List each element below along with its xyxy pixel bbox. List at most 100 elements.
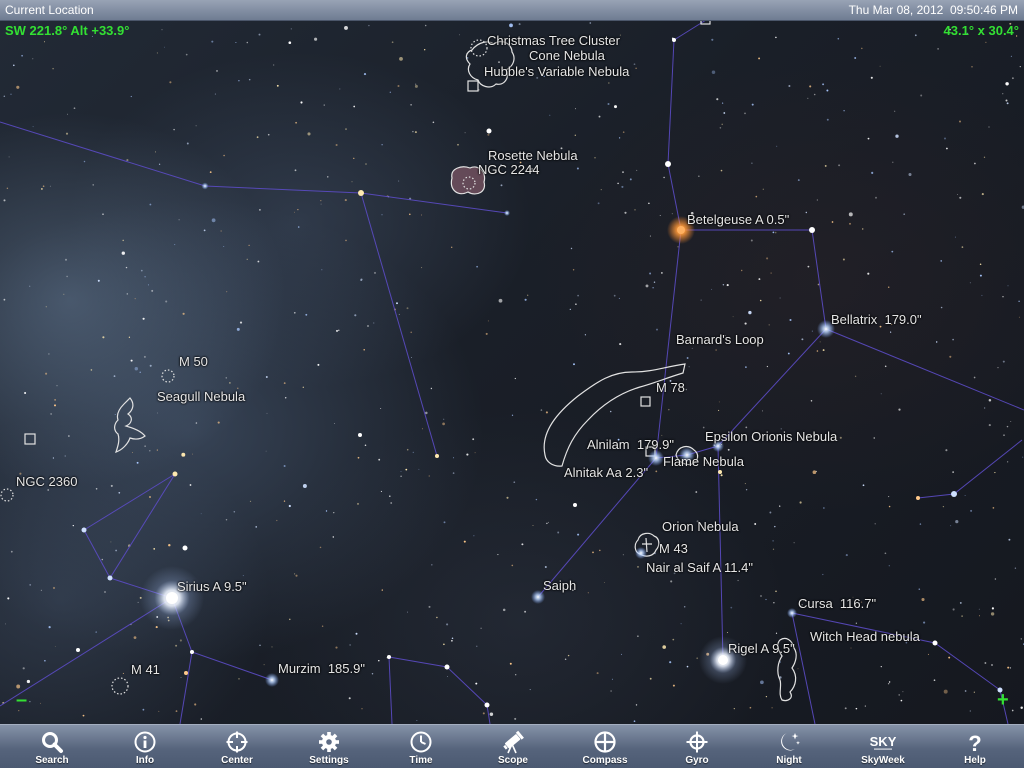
label-witch-head-nebula[interactable]: Witch Head nebula bbox=[810, 629, 920, 645]
star[interactable] bbox=[190, 650, 194, 654]
label-saiph[interactable]: Saiph bbox=[543, 578, 576, 594]
cluster-marker-ngc-2360[interactable] bbox=[0, 488, 14, 502]
background-star bbox=[549, 114, 551, 116]
background-star bbox=[592, 551, 594, 554]
star[interactable] bbox=[504, 210, 510, 216]
label-m50[interactable]: M 50 bbox=[179, 354, 208, 370]
background-star bbox=[431, 564, 433, 566]
label-hubbles-variable-nebula[interactable]: Hubble's Variable Nebula bbox=[484, 64, 629, 80]
star[interactable] bbox=[444, 664, 450, 670]
star-rigel-core[interactable] bbox=[718, 655, 728, 665]
help-button[interactable]: ? Help bbox=[929, 725, 1021, 768]
background-star bbox=[715, 349, 717, 351]
label-nair-al-saif[interactable]: Nair al Saif A 11.4" bbox=[646, 560, 753, 576]
background-star bbox=[338, 329, 340, 331]
compass-button[interactable]: Compass bbox=[559, 725, 651, 768]
background-star bbox=[604, 582, 606, 583]
background-star bbox=[5, 623, 6, 625]
label-ngc-2360[interactable]: NGC 2360 bbox=[16, 474, 77, 490]
star-murzim[interactable] bbox=[265, 673, 279, 687]
label-cone-nebula[interactable]: Cone Nebula bbox=[529, 48, 605, 64]
label-ngc-2244[interactable]: NGC 2244 bbox=[478, 162, 539, 178]
background-star bbox=[339, 88, 341, 90]
label-cursa[interactable]: Cursa 116.7" bbox=[798, 596, 876, 612]
background-star bbox=[121, 251, 125, 255]
star[interactable] bbox=[76, 648, 80, 652]
background-star bbox=[238, 678, 240, 680]
gyro-button[interactable]: Gyro bbox=[651, 725, 743, 768]
star[interactable] bbox=[107, 575, 113, 581]
label-barnards-loop[interactable]: Barnard's Loop bbox=[676, 332, 764, 348]
star[interactable] bbox=[201, 182, 209, 190]
nebula-outline-seagull[interactable] bbox=[114, 397, 146, 453]
settings-button[interactable]: Settings bbox=[283, 725, 375, 768]
star-betelgeuse-core[interactable] bbox=[677, 226, 685, 234]
zoom-out-button[interactable]: – bbox=[16, 690, 27, 710]
background-star bbox=[810, 400, 813, 402]
star[interactable] bbox=[484, 702, 490, 708]
star[interactable] bbox=[932, 640, 938, 646]
star[interactable] bbox=[435, 454, 439, 458]
star[interactable] bbox=[172, 471, 178, 477]
background-star bbox=[952, 338, 954, 341]
label-m41[interactable]: M 41 bbox=[131, 662, 160, 678]
background-star bbox=[629, 178, 632, 181]
label-orion-nebula[interactable]: Orion Nebula bbox=[662, 519, 739, 535]
zoom-in-button[interactable]: + bbox=[997, 690, 1009, 710]
background-star bbox=[236, 327, 240, 331]
star[interactable] bbox=[809, 227, 815, 233]
star[interactable] bbox=[665, 161, 671, 167]
sky-view[interactable] bbox=[0, 0, 1024, 768]
star-nair-al-saif[interactable] bbox=[635, 547, 647, 559]
star[interactable] bbox=[951, 491, 957, 497]
background-star bbox=[24, 391, 27, 395]
background-star bbox=[812, 470, 817, 475]
label-christmas-tree-cluster[interactable]: Christmas Tree Cluster bbox=[487, 33, 620, 49]
star[interactable] bbox=[718, 470, 722, 474]
star[interactable] bbox=[184, 671, 188, 675]
star[interactable] bbox=[358, 190, 364, 196]
scope-button[interactable]: Scope bbox=[467, 725, 559, 768]
star[interactable] bbox=[81, 527, 87, 533]
background-star bbox=[959, 601, 962, 604]
background-star bbox=[662, 645, 666, 649]
time-button[interactable]: Time bbox=[375, 725, 467, 768]
star[interactable] bbox=[573, 503, 577, 507]
background-star bbox=[432, 121, 435, 124]
background-star bbox=[113, 375, 116, 377]
object-marker-left[interactable] bbox=[24, 433, 36, 445]
cluster-marker-m50[interactable] bbox=[161, 369, 175, 383]
star[interactable] bbox=[182, 545, 188, 551]
star[interactable] bbox=[387, 655, 391, 659]
label-murzim[interactable]: Murzim 185.9" bbox=[278, 661, 365, 677]
label-alnitak[interactable]: Alnitak Aa 2.3" bbox=[564, 465, 648, 481]
label-sirius[interactable]: Sirius A 9.5" bbox=[177, 579, 247, 595]
object-marker-hubbles-variable[interactable] bbox=[467, 80, 479, 92]
skyweek-button[interactable]: SKY SkyWeek bbox=[837, 725, 929, 768]
background-star bbox=[397, 84, 400, 88]
object-marker-m78[interactable] bbox=[640, 396, 651, 407]
star-cursa[interactable] bbox=[787, 608, 797, 618]
center-button[interactable]: Center bbox=[191, 725, 283, 768]
star[interactable] bbox=[672, 38, 676, 42]
background-star bbox=[475, 682, 478, 685]
background-star bbox=[149, 203, 152, 206]
label-alnilam[interactable]: Alnilam 179.9" bbox=[587, 437, 674, 453]
label-m43[interactable]: M 43 bbox=[659, 541, 688, 557]
label-bellatrix[interactable]: Bellatrix 179.0" bbox=[831, 312, 922, 328]
night-button[interactable]: Night bbox=[743, 725, 835, 768]
label-m78[interactable]: M 78 bbox=[656, 380, 685, 396]
info-button[interactable]: Info bbox=[99, 725, 191, 768]
star[interactable] bbox=[916, 496, 920, 500]
star[interactable] bbox=[358, 433, 362, 437]
star[interactable] bbox=[486, 128, 492, 134]
label-seagull-nebula[interactable]: Seagull Nebula bbox=[157, 389, 245, 405]
background-star bbox=[854, 57, 857, 59]
label-betelgeuse[interactable]: Betelgeuse A 0.5" bbox=[687, 212, 789, 228]
label-rigel[interactable]: Rigel A 9.5" bbox=[728, 641, 795, 657]
cluster-marker-m41[interactable] bbox=[111, 677, 129, 695]
search-button[interactable]: Search bbox=[6, 725, 98, 768]
background-star bbox=[1018, 316, 1020, 318]
label-flame-nebula[interactable]: Flame Nebula bbox=[663, 454, 744, 470]
label-epsilon-orionis-nebula[interactable]: Epsilon Orionis Nebula bbox=[705, 429, 837, 445]
